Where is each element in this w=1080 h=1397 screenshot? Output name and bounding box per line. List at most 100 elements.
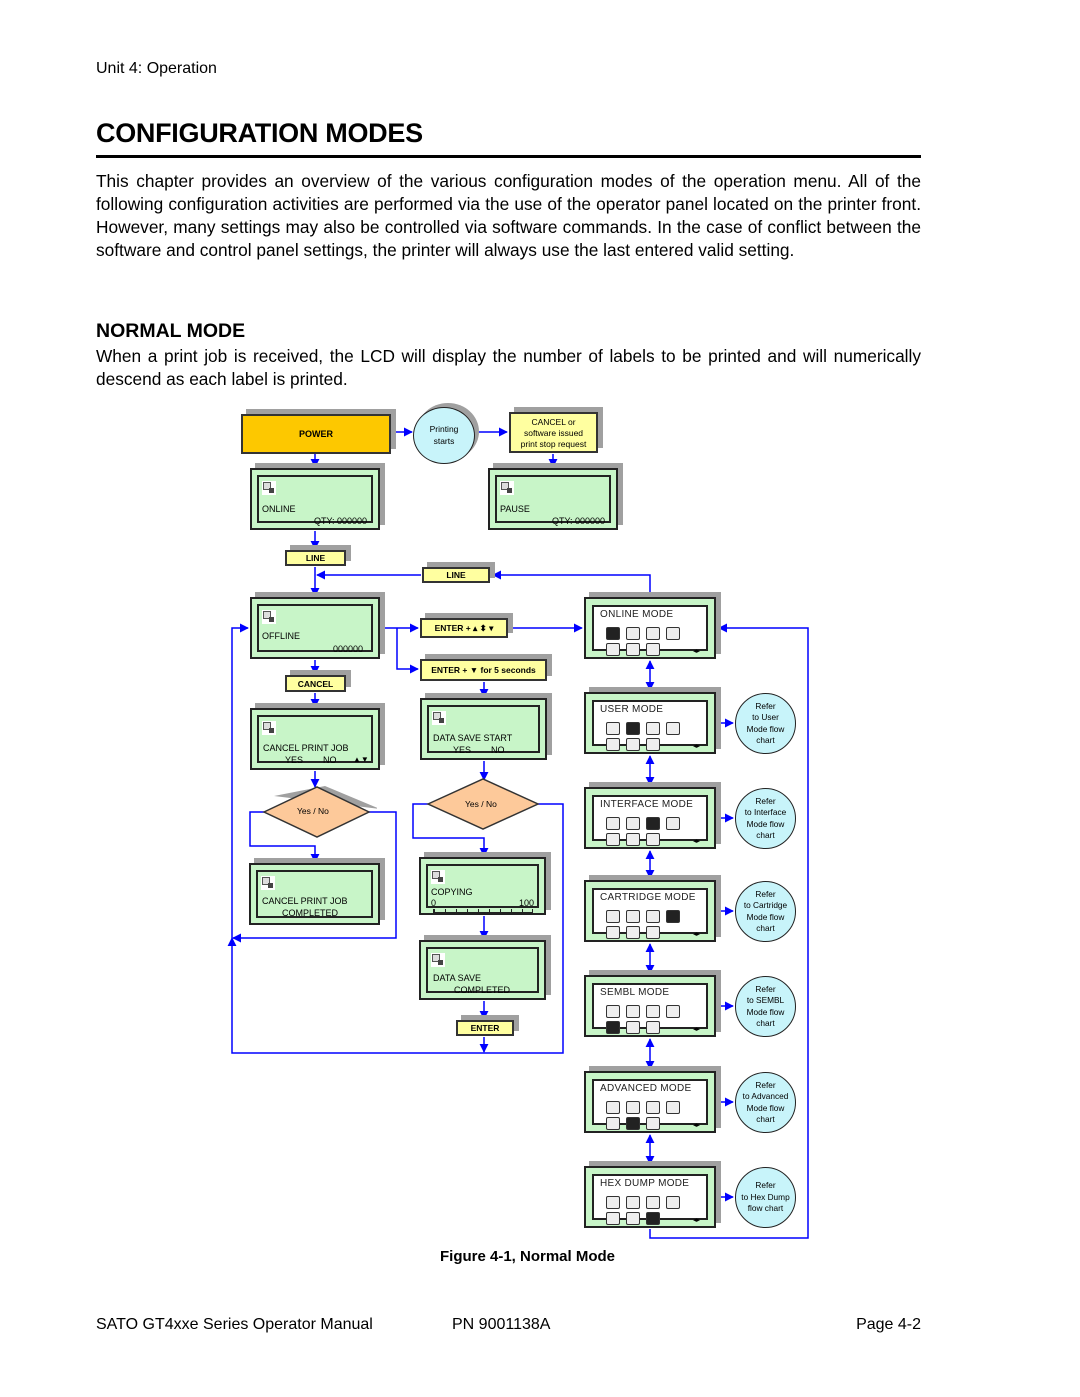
- interface-mode-icon: [646, 1101, 660, 1114]
- online-mode-icon: [606, 722, 620, 735]
- interface-mode-icon: [646, 817, 660, 830]
- line-key-2-label: LINE: [446, 570, 466, 580]
- hex-dump-mode-icon: [646, 643, 660, 656]
- data-save-completed-icon: [431, 953, 445, 967]
- pause-qty: QTY: 000000: [551, 516, 605, 526]
- connector-arrow: [231, 623, 249, 938]
- user-mode-icon: [626, 1005, 640, 1018]
- refer-line: flow chart: [747, 1203, 784, 1214]
- refer-line: chart: [756, 735, 775, 745]
- enter-down-5s-key: ENTER + ▼ for 5 seconds: [420, 659, 547, 681]
- hex-dump-mode-icon: [646, 1117, 660, 1130]
- advanced-mode-icon: [626, 1021, 640, 1034]
- refer-line: chart: [756, 1018, 775, 1028]
- mode-screen-display: CARTRIDGE MODE ◂▸: [592, 888, 708, 939]
- cartridge-mode-icon: [666, 1101, 680, 1114]
- refer-line: chart: [756, 923, 775, 933]
- refer-flow-chart-circle: Refer to Hex Dump flow chart: [735, 1167, 796, 1228]
- user-mode-icon: [626, 722, 640, 735]
- copying-min: 0: [431, 898, 437, 908]
- offline-icon: [262, 610, 276, 624]
- mode-screen: USER MODE ◂▸: [584, 692, 716, 754]
- refer-line: Mode flow: [746, 723, 785, 734]
- cartridge-mode-icon: [666, 627, 680, 640]
- user-mode-icon: [626, 1196, 640, 1209]
- pause-icon: [500, 481, 514, 495]
- refer-line: to Cartridge: [743, 900, 788, 910]
- enter-key: ENTER: [456, 1020, 514, 1036]
- copying-progress-scale: [433, 909, 533, 913]
- enter-key-label: ENTER: [470, 1023, 500, 1033]
- decision-right-label: Yes / No: [465, 799, 497, 809]
- mode-screen: INTERFACE MODE ◂▸: [584, 787, 716, 849]
- mode-title: HEX DUMP MODE: [600, 1178, 690, 1189]
- sembl-mode-icon: [606, 1021, 620, 1034]
- mode-screen-display: ADVANCED MODE ◂▸: [592, 1079, 708, 1130]
- figure-caption: Figure 4-1, Normal Mode: [0, 1248, 1080, 1265]
- interface-mode-icon: [646, 1196, 660, 1209]
- connector-arrow: [396, 628, 419, 674]
- online-mode-icon: [606, 817, 620, 830]
- up-down-arrows-icon: ▲▼: [353, 755, 369, 764]
- online-mode-icon: [606, 1005, 620, 1018]
- refer-flow-chart-circle: Refer to User Mode flow chart: [735, 693, 796, 754]
- printing-starts-line2: starts: [433, 435, 455, 446]
- refer-line: to Hex Dump: [741, 1191, 790, 1202]
- refer-line: Refer: [755, 700, 776, 711]
- mode-title: ONLINE MODE: [600, 609, 674, 620]
- mode-screen: CARTRIDGE MODE ◂▸: [584, 880, 716, 942]
- offline-label: OFFLINE: [262, 631, 301, 641]
- data-save-completed-line2: COMPLETED: [454, 985, 511, 995]
- cancel-completed-lcd: CANCEL PRINT JOB COMPLETED: [249, 863, 380, 925]
- cancel-completed-line2: COMPLETED: [282, 908, 339, 918]
- cancel-completed-line1: CANCEL PRINT JOB: [262, 896, 348, 906]
- scroll-indicator-icon: ◂▸: [692, 1026, 700, 1033]
- line-key-1-label: LINE: [305, 553, 326, 563]
- cartridge-mode-icon: [666, 1196, 680, 1209]
- refer-line: Mode flow: [746, 911, 785, 922]
- data-save-start-lcd: DATA SAVE START YES NO: [420, 698, 547, 760]
- connector-arrow: [227, 803, 564, 1054]
- enter-down-5s-label: ENTER + ▼ for 5 seconds: [431, 665, 536, 675]
- scroll-indicator-icon: ◂▸: [692, 1122, 700, 1129]
- cartridge-mode-icon: [666, 722, 680, 735]
- cancel-no: NO: [323, 755, 337, 765]
- hex-dump-mode-icon: [646, 738, 660, 751]
- advanced-mode-icon: [626, 643, 640, 656]
- printing-starts-circle: Printing starts: [413, 407, 475, 464]
- note-line1: CANCEL or: [531, 417, 576, 427]
- refer-line: Mode flow: [746, 1006, 785, 1017]
- figure-caption-text: Figure 4-1, Normal Mode: [439, 1248, 616, 1265]
- offline-count: 000000: [332, 644, 363, 654]
- refer-line: Refer: [755, 888, 776, 899]
- hex-dump-mode-icon: [646, 833, 660, 846]
- interface-mode-icon: [646, 1005, 660, 1018]
- copying-max: 100: [518, 898, 534, 908]
- scroll-indicator-icon: ◂▸: [692, 838, 700, 845]
- user-mode-icon: [626, 910, 640, 923]
- advanced-mode-icon: [626, 926, 640, 939]
- online-mode-icon: [606, 627, 620, 640]
- footer-manual-title: SATO GT4xxe Series Operator Manual: [96, 1316, 373, 1333]
- refer-flow-chart-circle: Refer to Interface Mode flow chart: [735, 788, 796, 849]
- normal-mode-flowchart: POWER Printing starts CANCEL or software …: [0, 0, 1080, 1397]
- online-mode-icon: [606, 1196, 620, 1209]
- sembl-mode-icon: [606, 1117, 620, 1130]
- enter-arrows-label: ENTER + ▴ ⬍ ▾: [434, 622, 494, 633]
- mode-screen: ONLINE MODE ◂▸: [584, 597, 716, 659]
- power-box: POWER: [241, 414, 391, 454]
- enter-arrows-key: ENTER + ▴ ⬍ ▾: [420, 618, 508, 638]
- interface-mode-icon: [646, 910, 660, 923]
- user-mode-icon: [626, 817, 640, 830]
- data-save-no: NO: [491, 745, 505, 755]
- cancel-print-job-lcd: CANCEL PRINT JOB YES NO ▲▼: [250, 708, 380, 770]
- cartridge-mode-icon: [666, 910, 680, 923]
- cancel-print-job-icon: [262, 721, 276, 735]
- mode-screen: ADVANCED MODE ◂▸: [584, 1071, 716, 1133]
- online-lcd: ONLINE QTY: 000000: [250, 468, 380, 530]
- refer-line: Refer: [755, 983, 776, 994]
- pause-lcd: PAUSE QTY: 000000: [488, 468, 618, 530]
- cancel-print-job-text: CANCEL PRINT JOB: [263, 743, 349, 753]
- interface-mode-icon: [646, 722, 660, 735]
- cancel-key-label: CANCEL: [297, 678, 334, 689]
